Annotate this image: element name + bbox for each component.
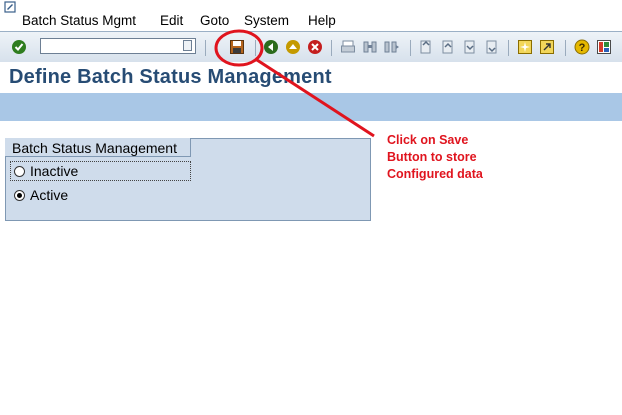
annotation-line: Click on Save [387, 133, 469, 147]
annotation-line: Button to store [387, 150, 477, 164]
annotation-overlay [214, 29, 375, 138]
annotation-arrow [256, 58, 375, 138]
annotation-text: Click on Save Button to store Configured… [387, 132, 483, 183]
highlight-circle [214, 29, 264, 67]
annotation-line: Configured data [387, 167, 483, 181]
